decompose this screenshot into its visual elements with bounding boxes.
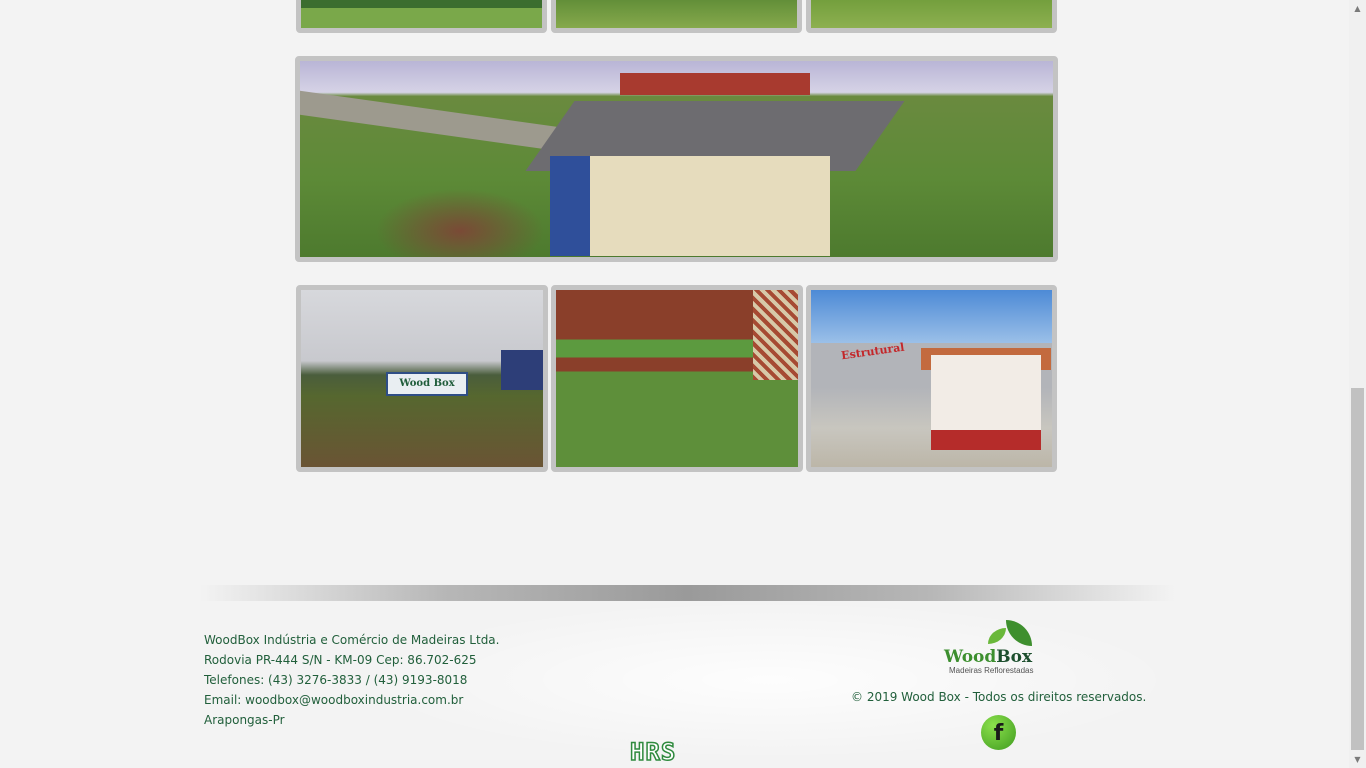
scroll-up-arrow-icon[interactable]: ▲: [1349, 0, 1366, 17]
brand-name-wood: Wood: [944, 647, 997, 667]
hrs-credit-logo[interactable]: HRS: [629, 737, 710, 767]
house-shape: [931, 355, 1041, 450]
stair-rail-shape: [753, 290, 798, 380]
gallery-panorama-photo[interactable]: [295, 56, 1058, 262]
address-line-email[interactable]: Email: woodbox@woodboxindustria.com.br: [204, 690, 499, 710]
address-line-company: WoodBox Indústria e Comércio de Madeiras…: [204, 633, 500, 647]
address-line-phones: Telefones: (43) 3276-3833 / (43) 9193-80…: [204, 673, 468, 687]
address-line-city: Arapongas-Pr: [204, 713, 285, 727]
gallery-photo-estrutural[interactable]: Estrutural: [806, 285, 1057, 472]
gallery-photo-garden[interactable]: [551, 285, 803, 472]
building-shape: [550, 156, 830, 256]
gallery-photo-2[interactable]: [551, 0, 802, 33]
gallery-photo-1[interactable]: [296, 0, 547, 33]
photo-sign-text: Wood Box: [386, 372, 468, 396]
footer-address: WoodBox Indústria e Comércio de Madeiras…: [204, 630, 499, 730]
blue-building-shape: [501, 350, 543, 390]
red-building-shape: [620, 73, 810, 95]
gallery-photo-3[interactable]: [806, 0, 1057, 33]
facebook-icon[interactable]: f: [981, 715, 1016, 750]
address-line-road: Rodovia PR-444 S/N - KM-09 Cep: 86.702-6…: [204, 653, 477, 667]
copyright-text: © 2019 Wood Box - Todos os direitos rese…: [851, 690, 1147, 704]
footer-divider: [200, 585, 1175, 601]
woodbox-logo: WoodBox Madeiras Reflorestadas: [944, 620, 1056, 676]
gallery-photo-sign[interactable]: Wood Box: [296, 285, 548, 472]
scroll-down-arrow-icon[interactable]: ▼: [1349, 751, 1366, 768]
scrollbar-thumb[interactable]: [1351, 388, 1364, 750]
brand-name-box: Box: [996, 647, 1033, 667]
leaf-icon: [988, 628, 1006, 644]
brand-tagline: Madeiras Reflorestadas: [949, 666, 1034, 675]
brand-name: WoodBox: [944, 647, 1032, 667]
leaf-icon: [1006, 620, 1032, 646]
